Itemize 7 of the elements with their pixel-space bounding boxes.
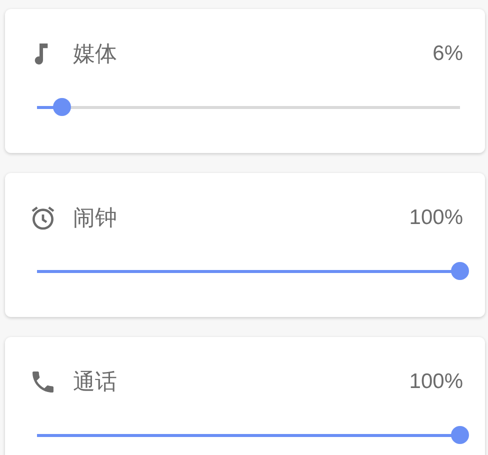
channel-label: 通话 (73, 369, 117, 397)
volume-percent: 100% (409, 206, 463, 230)
volume-percent: 100% (409, 370, 463, 394)
channel-label: 闹钟 (73, 205, 117, 233)
channel-label: 媒体 (73, 41, 117, 69)
alarm-clock-icon (29, 204, 57, 232)
volume-percent: 6% (432, 42, 463, 66)
